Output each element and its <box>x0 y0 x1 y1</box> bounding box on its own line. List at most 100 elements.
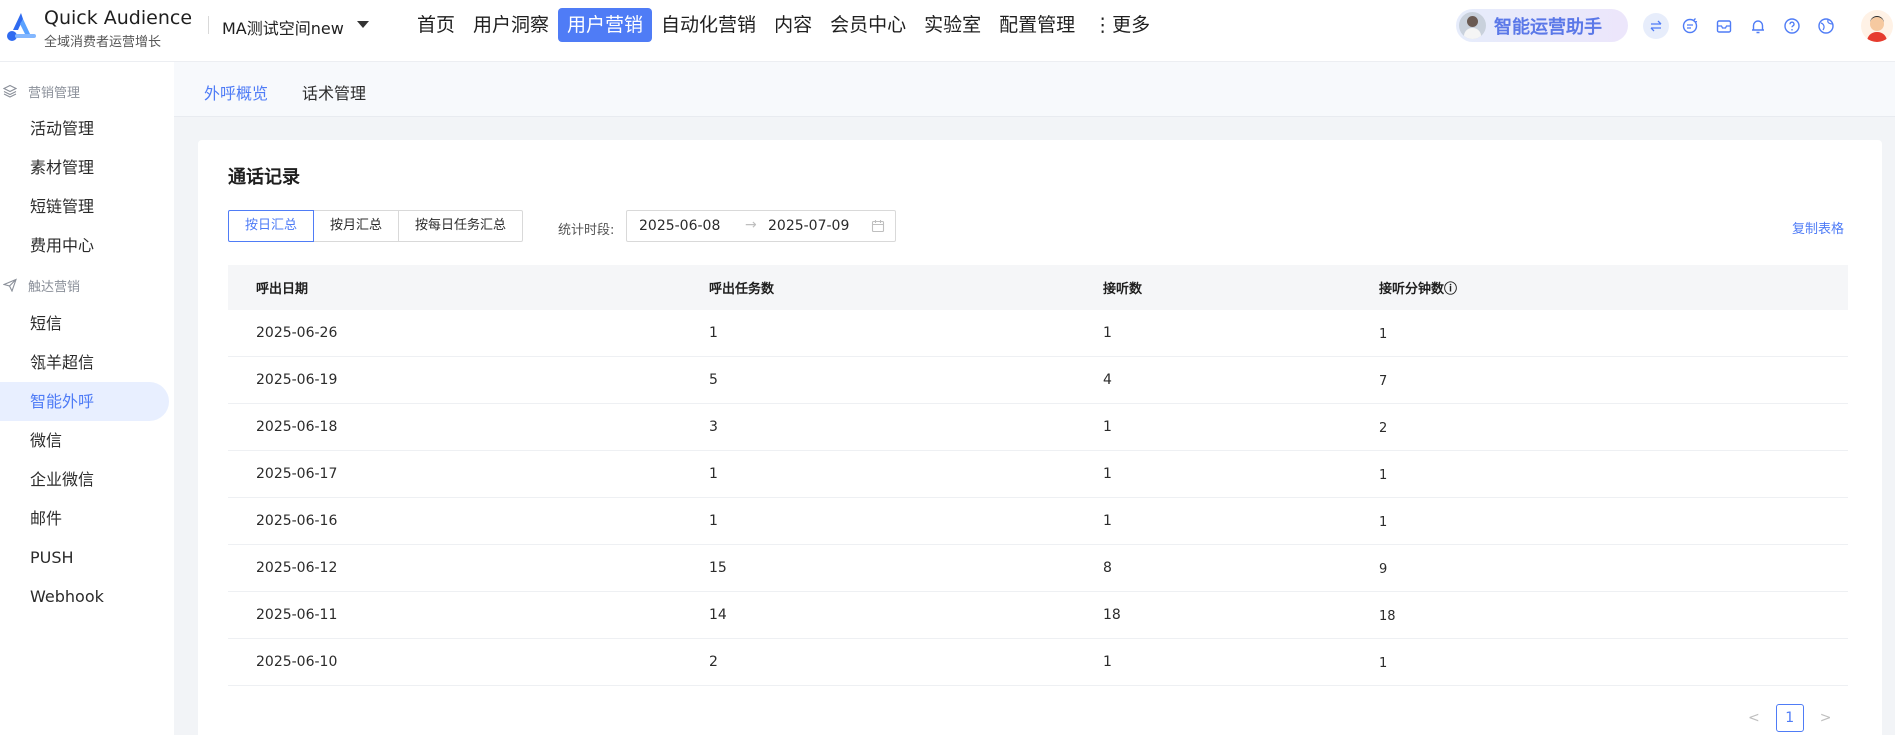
caret-down-icon[interactable] <box>357 21 369 28</box>
cell-answered-minutes: 18 <box>1379 608 1396 624</box>
segment-daily-task-summary[interactable]: 按每日任务汇总 <box>398 210 524 242</box>
cell-answered-count: 1 <box>1103 419 1112 435</box>
top-nav: 首页 用户洞察 用户营销 自动化营销 内容 会员中心 实验室 配置管理 ⋮更多 <box>408 8 1159 42</box>
nav-config[interactable]: 配置管理 <box>990 8 1084 42</box>
cell-task-count: 1 <box>709 513 718 529</box>
cell-task-count: 1 <box>709 325 718 341</box>
sidebar-item-webhook[interactable]: Webhook <box>0 577 174 616</box>
nav-content[interactable]: 内容 <box>765 8 821 42</box>
send-icon <box>2 277 18 293</box>
col-call-date: 呼出日期 <box>256 282 309 297</box>
sidebar-item-activity-management[interactable]: 活动管理 <box>0 109 174 148</box>
assistant-button[interactable]: 智能运营助手 <box>1456 9 1628 42</box>
inbox-icon[interactable] <box>1711 13 1737 39</box>
sidebar-item-push[interactable]: PUSH <box>0 538 174 577</box>
cell-task-count: 5 <box>709 372 718 388</box>
cell-answered-minutes: 9 <box>1379 561 1388 577</box>
table-row: 2025-06-16 1 1 1 <box>228 498 1848 545</box>
copy-table-link[interactable]: 复制表格 <box>1792 218 1844 237</box>
sidebar-item-smart-outbound-call[interactable]: 智能外呼 <box>0 382 169 421</box>
cell-answered-minutes: 1 <box>1379 514 1388 530</box>
sidebar-item-cost-center[interactable]: 费用中心 <box>0 226 174 265</box>
tab-outbound-overview[interactable]: 外呼概览 <box>204 80 268 104</box>
range-end-input[interactable]: 2025-07-09 <box>768 218 849 234</box>
segment-monthly-summary[interactable]: 按月汇总 <box>313 210 400 242</box>
sidebar-group-label: 营销管理 <box>28 85 81 101</box>
sidebar-item-email[interactable]: 邮件 <box>0 499 174 538</box>
help-icon[interactable] <box>1779 13 1805 39</box>
cell-answered-count: 18 <box>1103 607 1121 623</box>
swap-icon[interactable] <box>1643 13 1669 39</box>
ai-chat-icon[interactable] <box>1677 13 1703 39</box>
cell-task-count: 3 <box>709 419 718 435</box>
cell-answered-count: 8 <box>1103 560 1112 576</box>
calendar-icon[interactable] <box>871 219 885 233</box>
table-row: 2025-06-17 1 1 1 <box>228 451 1848 498</box>
card-title: 通话记录 <box>228 167 300 188</box>
nav-user-marketing[interactable]: 用户营销 <box>558 8 653 42</box>
sidebar-item-shortlink-management[interactable]: 短链管理 <box>0 187 174 226</box>
table-header: 呼出日期 呼出任务数 接听数 接听分钟数ⓘ <box>228 265 1848 310</box>
cell-answered-count: 1 <box>1103 513 1112 529</box>
table-row: 2025-06-26 1 1 1 <box>228 310 1848 357</box>
layers-icon <box>2 83 18 99</box>
table-row: 2025-06-11 14 18 18 <box>228 592 1848 639</box>
col-answered-count: 接听数 <box>1103 282 1143 297</box>
sub-tabs: 外呼概览 话术管理 <box>174 62 1895 117</box>
range-arrow-icon: → <box>745 217 757 233</box>
cell-answered-minutes: 7 <box>1379 373 1388 389</box>
sidebar-group-marketing-management: 营销管理 <box>0 79 174 103</box>
globe-icon[interactable] <box>1813 13 1839 39</box>
cell-call-date: 2025-06-19 <box>256 372 338 388</box>
cell-task-count: 1 <box>709 466 718 482</box>
range-start-input[interactable]: 2025-06-08 <box>639 218 720 234</box>
table-row: 2025-06-10 2 1 1 <box>228 639 1848 686</box>
nav-more[interactable]: ⋮更多 <box>1084 8 1159 42</box>
cell-call-date: 2025-06-26 <box>256 325 338 341</box>
call-records-card: 通话记录 按日汇总 按月汇总 按每日任务汇总 统计时段: 2025-06-08 … <box>198 140 1882 735</box>
quick-audience-logo-icon[interactable] <box>4 10 38 44</box>
date-range-picker[interactable]: 2025-06-08 → 2025-07-09 <box>626 210 896 242</box>
sidebar-item-wecom[interactable]: 企业微信 <box>0 460 174 499</box>
sidebar-item-super-message[interactable]: 瓴羊超信 <box>0 343 174 382</box>
col-task-count: 呼出任务数 <box>709 282 775 297</box>
summary-segmented-control: 按日汇总 按月汇总 按每日任务汇总 <box>228 210 524 242</box>
sidebar-group-reach-marketing: 触达营销 <box>0 273 174 297</box>
nav-lab[interactable]: 实验室 <box>915 8 990 42</box>
assistant-avatar <box>1459 12 1486 39</box>
nav-member-center[interactable]: 会员中心 <box>821 8 915 42</box>
cell-answered-count: 1 <box>1103 654 1112 670</box>
segment-daily-summary[interactable]: 按日汇总 <box>228 210 315 242</box>
cell-call-date: 2025-06-10 <box>256 654 338 670</box>
user-avatar[interactable] <box>1861 10 1893 42</box>
table-row: 2025-06-18 3 1 2 <box>228 404 1848 451</box>
nav-automation-marketing[interactable]: 自动化营销 <box>652 8 765 42</box>
cell-task-count: 15 <box>709 560 727 576</box>
cell-answered-count: 4 <box>1103 372 1112 388</box>
cell-answered-minutes: 1 <box>1379 326 1388 342</box>
cell-answered-count: 1 <box>1103 466 1112 482</box>
tab-script-management[interactable]: 话术管理 <box>302 80 366 104</box>
top-bar: Quick Audience 全域消费者运营增长 MA测试空间new 首页 用户… <box>0 0 1895 62</box>
cell-call-date: 2025-06-12 <box>256 560 338 576</box>
sidebar-group-label: 触达营销 <box>28 279 81 295</box>
sidebar-item-sms[interactable]: 短信 <box>0 304 174 343</box>
call-records-table: 呼出日期 呼出任务数 接听数 接听分钟数ⓘ 2025-06-26 1 1 1 2… <box>228 265 1848 686</box>
col-answered-minutes: 接听分钟数ⓘ <box>1379 282 1458 297</box>
cell-task-count: 14 <box>709 607 727 623</box>
sidebar-item-wechat[interactable]: 微信 <box>0 421 174 460</box>
cell-call-date: 2025-06-16 <box>256 513 338 529</box>
nav-home[interactable]: 首页 <box>408 8 464 42</box>
sidebar: 营销管理 活动管理 素材管理 短链管理 费用中心 触达营销 短信 瓴羊超信 智能… <box>0 62 174 735</box>
page-number-current[interactable]: 1 <box>1775 704 1804 732</box>
nav-user-insight[interactable]: 用户洞察 <box>464 8 558 42</box>
workspace-selector[interactable]: MA测试空间new <box>222 15 344 39</box>
sidebar-item-material-management[interactable]: 素材管理 <box>0 148 174 187</box>
toolbar-icons <box>1643 13 1839 39</box>
assistant-label: 智能运营助手 <box>1494 16 1602 38</box>
cell-answered-count: 1 <box>1103 325 1112 341</box>
next-page-icon[interactable]: > <box>1820 710 1832 726</box>
prev-page-icon[interactable]: < <box>1748 710 1760 726</box>
cell-answered-minutes: 1 <box>1379 655 1388 671</box>
bell-icon[interactable] <box>1745 13 1771 39</box>
